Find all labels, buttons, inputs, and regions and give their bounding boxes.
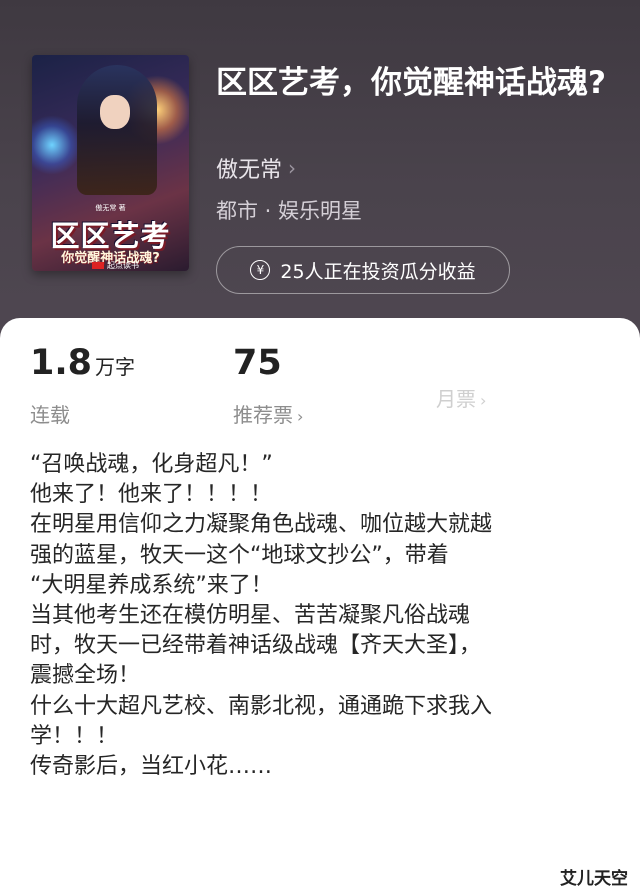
word-count-stat: 1.8 万字 连载 [30, 343, 135, 428]
invest-label: 25人正在投资瓜分收益 [280, 260, 476, 283]
recommend-ticket-link[interactable]: 推荐票 › [233, 399, 303, 428]
description-line: 强的蓝星，牧天一这个“地球文抄公”，带着 [30, 542, 449, 568]
watermark: 艾儿天空 [560, 869, 628, 889]
monthly-ticket-label: 月票 [436, 387, 476, 411]
description-line: “召唤战魂，化身超凡！” [30, 452, 273, 477]
cover-publisher: 起点读书 [92, 260, 139, 271]
description-line: 时，牧天一已经带着神话级战魂【齐天大圣】， [30, 633, 482, 659]
yen-coin-icon: ¥ [250, 260, 271, 280]
description-line: 震撼全场！ [30, 663, 141, 689]
description-line: 传奇影后，当红小花…… [30, 754, 273, 780]
cover-character-face [100, 95, 130, 129]
monthly-ticket-link[interactable]: 月票 › [436, 383, 486, 412]
publisher-logo-icon [92, 262, 104, 269]
chevron-right-icon: › [288, 156, 297, 180]
book-header: 傲无常 著 区区艺考 你觉醒神话战魂? 起点读书 区区艺考，你觉醒神话战魂? 傲… [0, 0, 640, 340]
cover-glow-right [32, 115, 82, 175]
book-description[interactable]: “召唤战魂，化身超凡！” 他来了！他来了！！！！ 在明星用信仰之力凝聚角色战魂、… [30, 450, 630, 782]
book-tags[interactable]: 都市 · 娱乐明星 [216, 195, 362, 225]
word-count-value: 1.8 [30, 343, 93, 383]
book-title: 区区艺考，你觉醒神话战魂? [216, 65, 606, 101]
monthly-ticket-stat[interactable]: 月票 › [436, 383, 486, 412]
recommend-ticket-stat[interactable]: 75 推荐票 › [233, 343, 303, 428]
cover-author: 傲无常 著 [95, 204, 126, 212]
description-line: 在明星用信仰之力凝聚角色战魂、咖位越大就越 [30, 512, 493, 538]
publisher-name: 起点读书 [107, 261, 139, 270]
chevron-right-icon: › [297, 407, 304, 426]
cover-character [77, 65, 157, 195]
description-line: 当其他考生还在模仿明星、苦苦凝聚凡俗战魂 [30, 603, 471, 629]
recommend-ticket-label: 推荐票 [233, 403, 293, 427]
word-count-unit: 万字 [95, 355, 136, 379]
chevron-right-icon: › [480, 391, 487, 410]
description-line: 学！！！ [30, 723, 119, 749]
serial-status: 连载 [30, 403, 70, 427]
description-line: 他来了！他来了！！！！ [30, 482, 273, 508]
description-line: “大明星养成系统”来了！ [30, 572, 273, 598]
description-line: 什么十大超凡艺校、南影北视，通通跪下求我入 [30, 693, 493, 719]
recommend-count: 75 [233, 343, 282, 383]
author-name: 傲无常 [216, 158, 283, 183]
author-link[interactable]: 傲无常 › [216, 152, 296, 184]
book-cover[interactable]: 傲无常 著 区区艺考 你觉醒神话战魂? 起点读书 [32, 55, 189, 271]
invest-button[interactable]: ¥ 25人正在投资瓜分收益 [216, 246, 510, 294]
